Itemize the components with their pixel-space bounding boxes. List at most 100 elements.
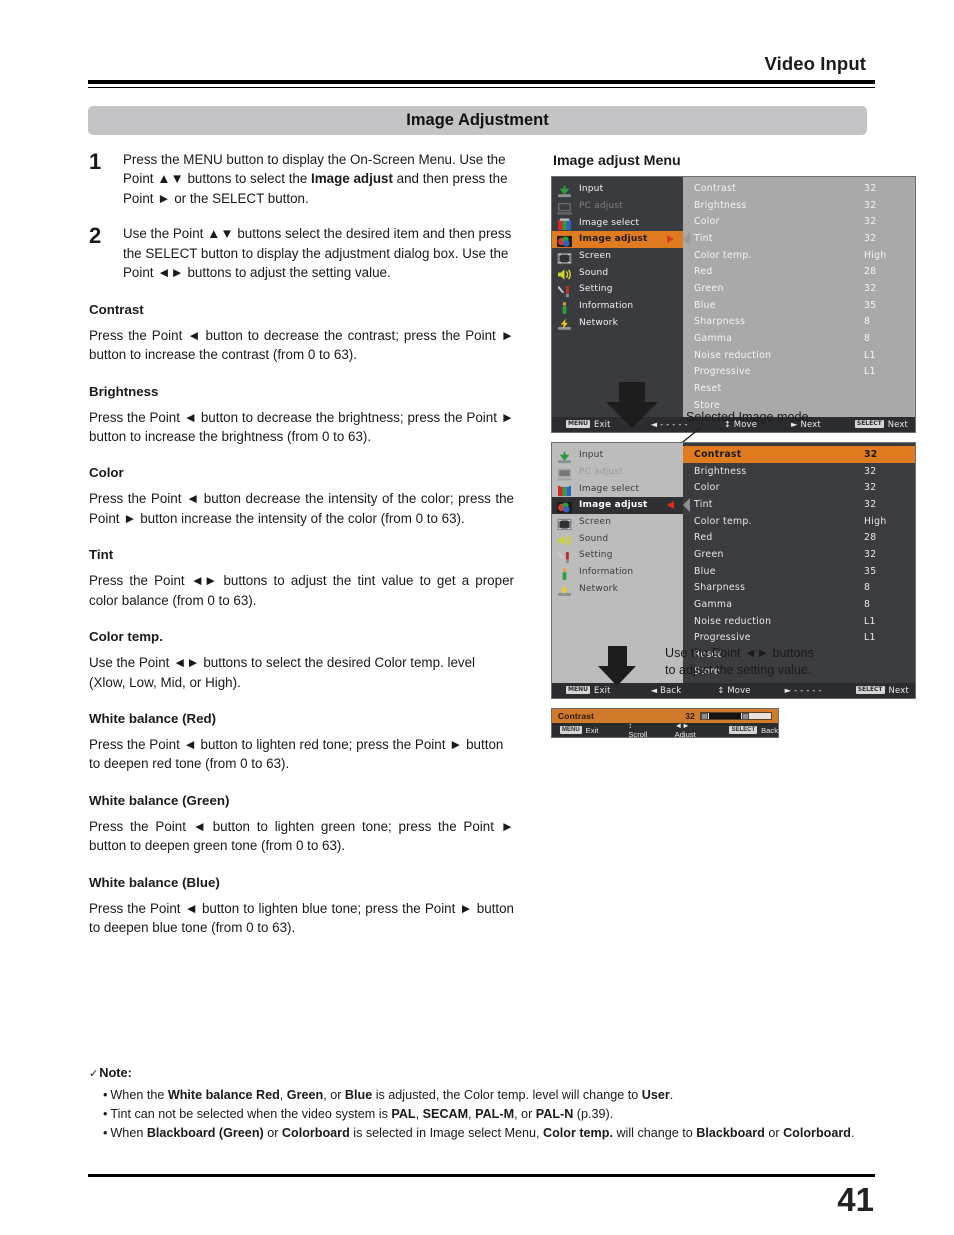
contrast-slider-value: 32: [685, 711, 695, 721]
osd-menu-item-red[interactable]: Red 28: [683, 263, 915, 280]
section-title-bar: Image Adjustment: [88, 106, 867, 135]
contrast-slider-track[interactable]: [700, 712, 772, 720]
osd-menu-item-value: 35: [864, 565, 877, 577]
information-icon: [557, 566, 572, 580]
osd-menu-item-brightness[interactable]: Brightness 32: [683, 463, 915, 480]
osd-sidebar-item-information[interactable]: Information: [552, 564, 683, 581]
note-3-p4: will change to: [612, 1125, 697, 1140]
selection-notch: [683, 498, 690, 513]
osd-menu-item-brightness[interactable]: Brightness 32: [683, 197, 915, 214]
pc-adjust-icon: [557, 200, 572, 214]
osd-menu-item-color[interactable]: Color 32: [683, 213, 915, 230]
osd-menu-item-label: Color temp.: [694, 515, 752, 527]
slider-left-cap[interactable]: [701, 712, 708, 720]
slider-right-cap[interactable]: [742, 712, 749, 720]
osd-sidebar-item-image-adjust[interactable]: Image adjust: [552, 497, 690, 514]
osd-menu-item-label: Sharpness: [694, 582, 746, 594]
osd-sidebar-item-setting[interactable]: Setting: [552, 281, 683, 298]
adjust-hint-callout: Use the Point ◄► buttons to adjust the s…: [665, 646, 814, 677]
note-2-b2: SECAM: [422, 1106, 469, 1121]
osd-menu-item-noise-reduction[interactable]: Noise reduction L1: [683, 347, 915, 364]
information-icon: [557, 300, 572, 314]
osd-sidebar-item-image-select[interactable]: Image select: [552, 214, 683, 231]
osd-sidebar-item-input[interactable]: Input: [552, 181, 683, 198]
osd-menu-item-value: 32: [864, 482, 877, 494]
osd-sidebar-item-label: Input: [579, 184, 604, 195]
note-list: • When the White balance Red, Green, or B…: [89, 1086, 879, 1143]
osd-menu-item-blue[interactable]: Blue 35: [683, 297, 915, 314]
osd-menu-item-gamma[interactable]: Gamma 8: [683, 596, 915, 613]
contrast-slider-label: Contrast: [558, 711, 595, 721]
osd-footer-label: Exit: [585, 725, 599, 735]
osd-sidebar-item-network[interactable]: Network: [552, 581, 683, 598]
osd-sidebar-item-network[interactable]: Network: [552, 315, 683, 332]
osd-menu-item-red[interactable]: Red 28: [683, 529, 915, 546]
osd-sidebar-item-image-adjust[interactable]: Image adjust: [552, 231, 690, 248]
footer-rule: [88, 1174, 875, 1177]
osd-menu-item-value: 28: [864, 266, 877, 278]
network-icon: [557, 316, 572, 331]
osd-menu-item-reset[interactable]: Reset: [683, 380, 915, 397]
osd-menu-item-sharpness[interactable]: Sharpness 8: [683, 580, 915, 597]
osd-menu-item-color-temp-[interactable]: Color temp. High: [683, 513, 915, 530]
osd-footer-label: ► - - - - -: [784, 685, 822, 696]
section-title: Image Adjustment: [406, 111, 549, 129]
image-select-icon: [557, 482, 572, 497]
osd-footer-hint: MENU Exit: [566, 685, 611, 695]
osd-menu-item-value: 28: [864, 532, 877, 544]
osd-menu-item-color[interactable]: Color 32: [683, 479, 915, 496]
osd-footer-label: ◄► Adjust: [674, 721, 696, 739]
osd-menu-item-value: L1: [864, 366, 876, 378]
osd-sidebar-item-label: Setting: [579, 550, 613, 561]
osd-menu-item-value: 35: [864, 299, 877, 311]
osd-menu-item-label: Blue: [694, 565, 716, 577]
osd-footer-hint: SELECT Next: [854, 419, 909, 430]
step-1-number: 1: [89, 149, 102, 174]
osd-menu-item-gamma[interactable]: Gamma 8: [683, 330, 915, 347]
osd-sidebar-item-sound[interactable]: Sound: [552, 530, 683, 547]
flow-arrow-down-2: [597, 646, 637, 686]
osd-menu-item-progressive[interactable]: Progressive L1: [683, 630, 915, 647]
osd-sidebar-item-label: Screen: [579, 517, 612, 528]
note-1-p5: .: [669, 1088, 674, 1102]
header-rule-thick: [88, 80, 875, 84]
osd-menu-item-noise-reduction[interactable]: Noise reduction L1: [683, 613, 915, 630]
manual-page: Video Input Image Adjustment 1 Press the…: [0, 0, 954, 1235]
note-1-p4: is adjusted, the Color temp. level will …: [372, 1088, 642, 1102]
osd-menu-item-color-temp-[interactable]: Color temp. High: [683, 247, 915, 264]
osd-menu-item-progressive[interactable]: Progressive L1: [683, 364, 915, 381]
osd-menu-item-tint[interactable]: Tint 32: [683, 496, 915, 513]
osd-sidebar-item-label: PC adjust: [579, 467, 624, 478]
osd-sidebar-item-screen[interactable]: Screen: [552, 248, 683, 265]
osd-footer-hint: ↕ Move: [717, 685, 750, 695]
osd-sidebar-item-label: Image select: [579, 483, 640, 494]
osd-sidebar-item-screen[interactable]: Screen: [552, 514, 683, 531]
osd-sidebar-item-image-select[interactable]: Image select: [552, 480, 683, 497]
osd-menu-item-contrast[interactable]: Contrast 32: [683, 180, 915, 197]
osd-footer-label: Next: [887, 419, 909, 430]
note-3-p5: or: [764, 1125, 784, 1140]
osd-sidebar-item-setting[interactable]: Setting: [552, 547, 683, 564]
osd-menu-item-label: Noise reduction: [694, 349, 772, 361]
osd-menu-item-label: Contrast: [694, 448, 742, 460]
note-2-b1: PAL: [391, 1106, 416, 1121]
osd-menu-item-blue[interactable]: Blue 35: [683, 563, 915, 580]
osd-menu-item-tint[interactable]: Tint 32: [683, 230, 915, 247]
osd-footer-label: ↕ Move: [717, 685, 751, 696]
osd-menu-item-label: Contrast: [694, 182, 737, 194]
osd-menu-item-green[interactable]: Green 32: [683, 546, 915, 563]
note-item-2: • Tint can not be selected when the video…: [103, 1105, 879, 1124]
osd-menu-item-label: Reset: [694, 383, 722, 395]
osd-sidebar-item-sound[interactable]: Sound: [552, 264, 683, 281]
osd-menu-item-sharpness[interactable]: Sharpness 8: [683, 314, 915, 331]
osd-menu-item-value: 32: [864, 548, 877, 560]
note-1-b1: White balance Red: [167, 1088, 280, 1102]
osd-footer-hint: ◄► Adjust: [675, 721, 706, 739]
flow-arrow-down-1: [604, 382, 660, 428]
osd-menu-item-green[interactable]: Green 32: [683, 280, 915, 297]
osd-sidebar-item-information[interactable]: Information: [552, 298, 683, 315]
pc-adjust-icon: [557, 466, 572, 480]
osd-top-menu-list: Contrast 32 Brightness 32 Color 32 Tint 32 Color…: [683, 177, 915, 417]
osd-sidebar-item-input[interactable]: Input: [552, 447, 683, 464]
osd-menu-item-contrast[interactable]: Contrast 32: [683, 446, 915, 463]
